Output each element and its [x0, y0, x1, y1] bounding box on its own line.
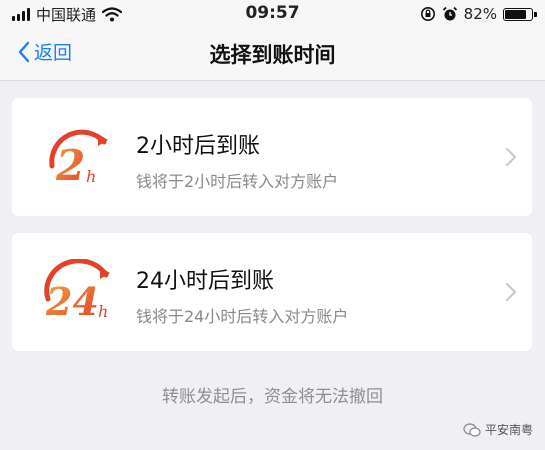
option-24h-card[interactable]: 24 h 24小时后到账 钱将于24小时后转入对方账户	[12, 233, 532, 351]
two-hour-logo-icon: 2 h	[49, 129, 108, 190]
wechat-icon	[463, 422, 481, 437]
chevron-right-icon	[506, 283, 516, 301]
logo-number: 2	[55, 141, 85, 190]
logo-number: 24	[45, 279, 99, 324]
alarm-icon	[442, 6, 457, 21]
twenty-four-hour-logo-icon: 24 h	[44, 259, 110, 324]
logo-suffix: h	[98, 302, 108, 321]
option-title: 24小时后到账	[136, 269, 274, 294]
battery-level	[505, 9, 527, 19]
navigation-bar: 返回 选择到账时间	[0, 28, 545, 81]
chevron-right-icon	[506, 148, 516, 166]
option-2h-card[interactable]: 2 h 2小时后到账 钱将于2小时后转入对方账户	[12, 98, 532, 216]
page-title: 选择到账时间	[209, 43, 336, 67]
transfer-warning-note: 转账发起后，资金将无法撤回	[162, 387, 383, 407]
battery-percent: 82%	[463, 5, 497, 23]
watermark: 平安南粤	[463, 421, 533, 438]
lock-rotation-icon	[420, 7, 435, 21]
logo-suffix: h	[86, 167, 96, 186]
watermark-label: 平安南粤	[484, 423, 533, 437]
option-title: 2小时后到账	[136, 134, 260, 159]
option-subtitle: 钱将于2小时后转入对方账户	[136, 172, 339, 191]
status-bar: 中国联通 09:57 82%	[0, 0, 545, 28]
status-right: 82%	[420, 4, 537, 24]
battery-icon	[503, 7, 537, 21]
option-subtitle: 钱将于24小时后转入对方账户	[136, 307, 349, 326]
